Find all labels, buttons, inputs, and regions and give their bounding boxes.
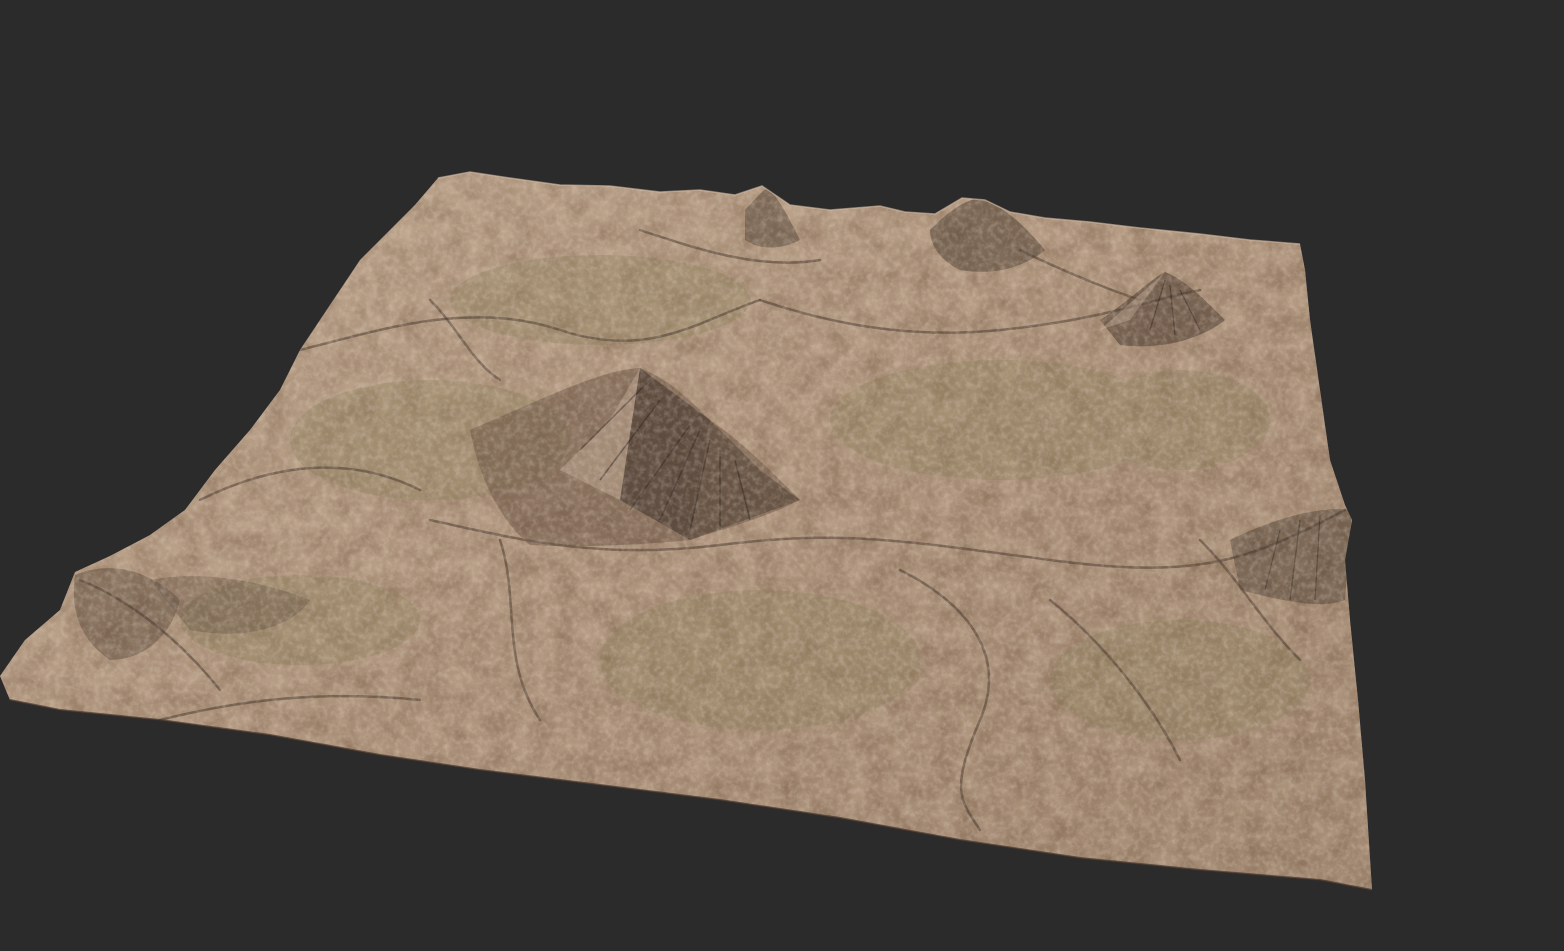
terrain-render (0, 171, 1373, 891)
3d-viewport[interactable] (0, 0, 1564, 951)
